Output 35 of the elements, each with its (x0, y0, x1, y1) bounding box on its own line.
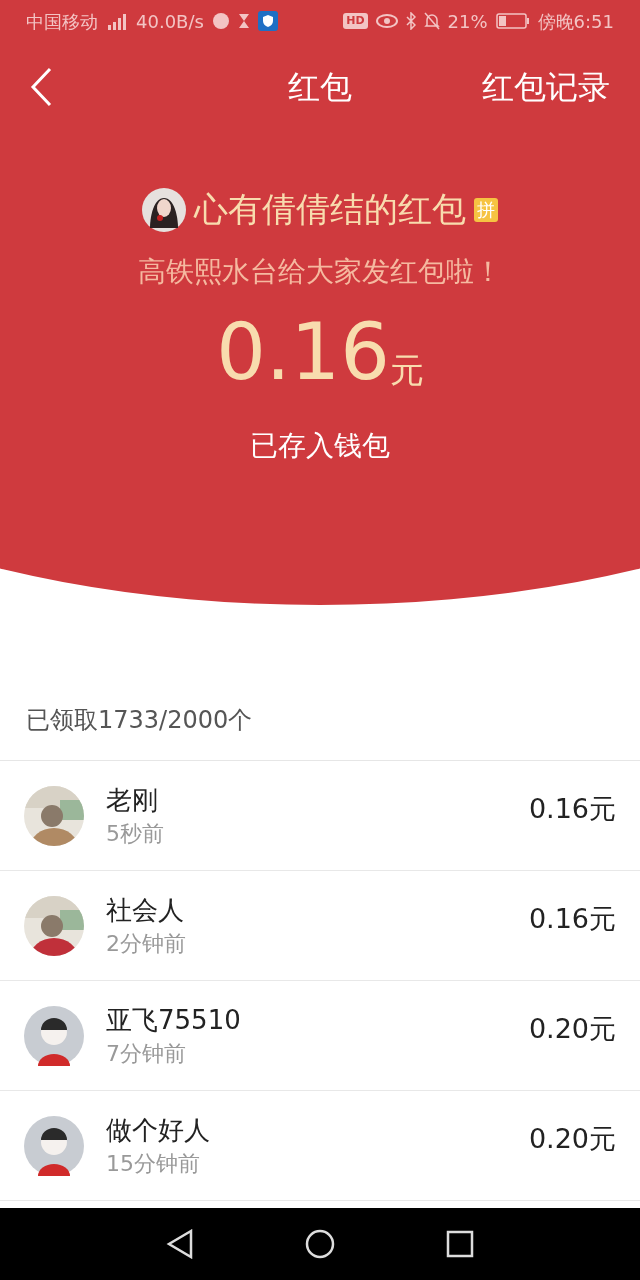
bluetooth-icon (405, 12, 416, 30)
back-icon[interactable] (165, 1229, 194, 1259)
claim-time: 5秒前 (106, 819, 165, 848)
claimer-name: 社会人 (106, 893, 185, 927)
claim-time: 15分钟前 (106, 1149, 201, 1178)
signal-icon (106, 12, 128, 30)
clock: 傍晚6:51 (537, 9, 614, 34)
claim-time: 7分钟前 (106, 1039, 187, 1068)
bell-off-icon (423, 12, 440, 30)
hourglass-icon (237, 13, 250, 29)
claimed-count: 已领取1733/2000个 (26, 705, 253, 736)
claimer-name: 老刚 (106, 783, 159, 817)
claimer-name: 亚飞75510 (106, 1003, 242, 1037)
claim-amount: 0.16元 (528, 792, 616, 826)
wallet-status: 已存入钱包 (250, 428, 390, 464)
eye-icon (375, 14, 398, 28)
records-link[interactable]: 红包记录 (482, 63, 610, 111)
greeting-message: 高铁熙水台给大家发红包啦！ (138, 254, 502, 290)
group-tag: 拼 (474, 197, 498, 222)
claim-amount: 0.20元 (528, 1012, 616, 1046)
battery-icon (495, 13, 530, 29)
home-icon[interactable] (305, 1229, 335, 1259)
claim-time: 2分钟前 (106, 929, 187, 958)
amount-unit: 元 (389, 353, 424, 387)
page-title: 红包 (288, 67, 352, 108)
claim-amount: 0.16元 (528, 902, 616, 936)
battery-percent: 21% (447, 9, 488, 34)
network-speed: 40.0B/s (136, 9, 204, 34)
sender-title: 心有倩倩结的红包 (194, 188, 466, 231)
recents-icon[interactable] (446, 1230, 475, 1258)
claimer-name: 做个好人 (106, 1113, 211, 1147)
carrier-name: 中国移动 (26, 9, 98, 34)
shield-icon (257, 11, 278, 31)
amount-value: 0.16 (216, 313, 390, 391)
claim-amount: 0.20元 (528, 1122, 616, 1156)
